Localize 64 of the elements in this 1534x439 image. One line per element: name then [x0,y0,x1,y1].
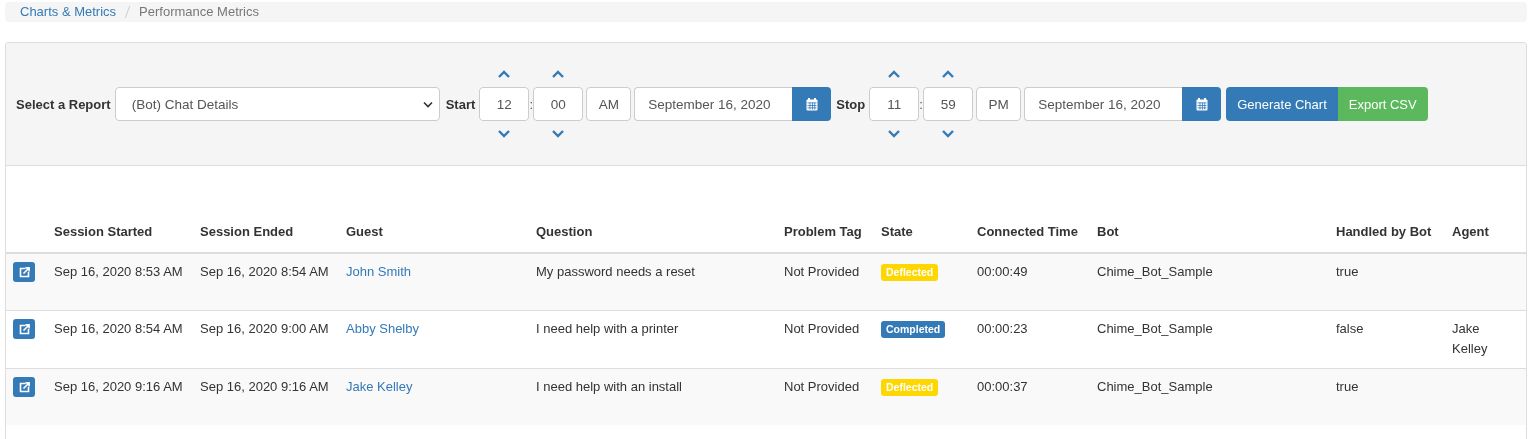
guest-link[interactable]: Jake Kelley [346,379,413,394]
guest-link[interactable]: John Smith [346,264,412,279]
table-cell: Chime_Bot_Sample [1097,264,1213,279]
report-dropdown[interactable]: (Bot) Chat Details [114,87,440,121]
down-chevron-icon[interactable] [498,129,511,138]
breadcrumb-current: Performance Metrics [139,5,259,19]
table-cell: Jake Kelley [1452,321,1488,356]
table-cell: true [1336,379,1359,394]
report-label: Select a Report [16,96,111,112]
minute-field[interactable]: 59 [923,87,974,121]
date-field[interactable]: September 16, 2020 [1024,87,1183,121]
time-label: Stop [836,96,866,112]
up-chevron-icon[interactable] [498,70,511,79]
table-cell: My password needs a reset [536,264,695,279]
up-chevron-icon[interactable] [552,70,565,79]
table-cell: 00:00:37 [977,379,1028,394]
breadcrumb-link[interactable]: Charts & Metrics [20,5,117,19]
hour-field[interactable]: 12 [479,87,530,121]
state-badge: Deflected [881,264,939,281]
table-cell: Sep 16, 2020 9:00 AM [200,321,329,336]
up-chevron-icon[interactable] [942,70,955,79]
open-link-button[interactable] [13,377,35,397]
table-cell: Not Provided [784,264,860,279]
table-cell: Not Provided [784,379,860,394]
down-chevron-icon[interactable] [888,129,901,138]
table-cell: false [1336,321,1364,336]
time-label: Start [445,96,476,112]
table-cell: Sep 16, 2020 9:16 AM [54,379,183,394]
external-link-icon[interactable] [18,323,30,335]
generate-chart-button[interactable]: Generate Chart [1226,87,1338,121]
period-toggle[interactable]: AM [586,87,632,121]
table-cell: 00:00:23 [977,321,1028,336]
calendar-button[interactable] [1182,87,1222,121]
down-chevron-icon[interactable] [942,129,955,138]
table-cell: Chime_Bot_Sample [1097,379,1213,394]
minute-field[interactable]: 00 [533,87,584,121]
down-chevron-icon[interactable] [552,129,565,138]
period-toggle[interactable]: PM [976,87,1022,121]
hour-field[interactable]: 11 [869,87,920,121]
table-cell: Not Provided [784,321,860,336]
table-cell: Chime_Bot_Sample [1097,321,1213,336]
table-cell: 00:00:49 [977,264,1028,279]
time-separator: : [919,96,924,112]
table-cell: Sep 16, 2020 9:16 AM [200,379,329,394]
external-link-icon[interactable] [18,266,30,278]
caret-icon[interactable] [422,100,433,108]
date-field[interactable]: September 16, 2020 [634,87,793,121]
table-cell: true [1336,264,1359,279]
calendar-icon[interactable] [805,97,818,111]
calendar-icon[interactable] [1195,97,1208,111]
open-link-button[interactable] [13,262,35,282]
external-link-icon[interactable] [18,381,30,393]
state-badge: Completed [881,321,946,338]
table-cell: Sep 16, 2020 8:54 AM [200,264,329,279]
table-cell: Sep 16, 2020 8:54 AM [54,321,183,336]
state-badge: Deflected [881,379,939,396]
table-cell: I need help with an install [536,379,682,394]
calendar-button[interactable] [792,87,832,121]
open-link-button[interactable] [13,319,35,339]
up-chevron-icon[interactable] [888,70,901,79]
time-separator: : [529,96,534,112]
guest-link[interactable]: Abby Shelby [346,321,419,336]
table-cell: I need help with a printer [536,321,679,336]
table-cell: Sep 16, 2020 8:53 AM [54,264,183,279]
